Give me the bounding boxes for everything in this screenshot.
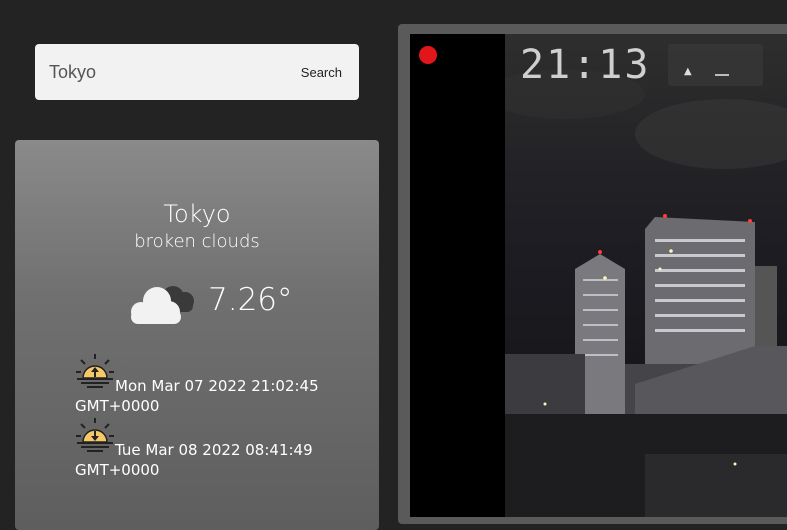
sunset-time: Tue Mar 08 2022 08:41:49 bbox=[115, 441, 313, 459]
search-box: Search bbox=[35, 44, 359, 100]
triangle-icon: ▲ bbox=[684, 66, 692, 77]
dash-icon bbox=[715, 74, 729, 76]
temperature: 7.26° bbox=[208, 282, 293, 318]
sunrise-timezone: GMT+0000 bbox=[75, 397, 160, 415]
weather-condition: broken clouds bbox=[134, 231, 260, 252]
sunset-timezone: GMT+0000 bbox=[75, 461, 160, 479]
sunrise-icon bbox=[75, 354, 115, 393]
live-video[interactable]: 21:13 ▲ bbox=[410, 34, 787, 517]
city-night-scene bbox=[505, 34, 787, 517]
live-indicator bbox=[419, 46, 437, 64]
city-name: Tokyo bbox=[163, 200, 231, 228]
sunset-icon bbox=[75, 418, 115, 457]
weather-card: Tokyo broken clouds 7.26° Mon Mar 07 202… bbox=[15, 140, 379, 530]
sunrise-time: Mon Mar 07 2022 21:02:45 bbox=[115, 377, 319, 395]
video-overlay-box: ▲ bbox=[668, 44, 763, 86]
search-input[interactable] bbox=[49, 61, 269, 83]
video-clock: 21:13 bbox=[520, 42, 651, 88]
cloud-icon bbox=[123, 278, 199, 332]
search-button[interactable]: Search bbox=[301, 65, 342, 80]
